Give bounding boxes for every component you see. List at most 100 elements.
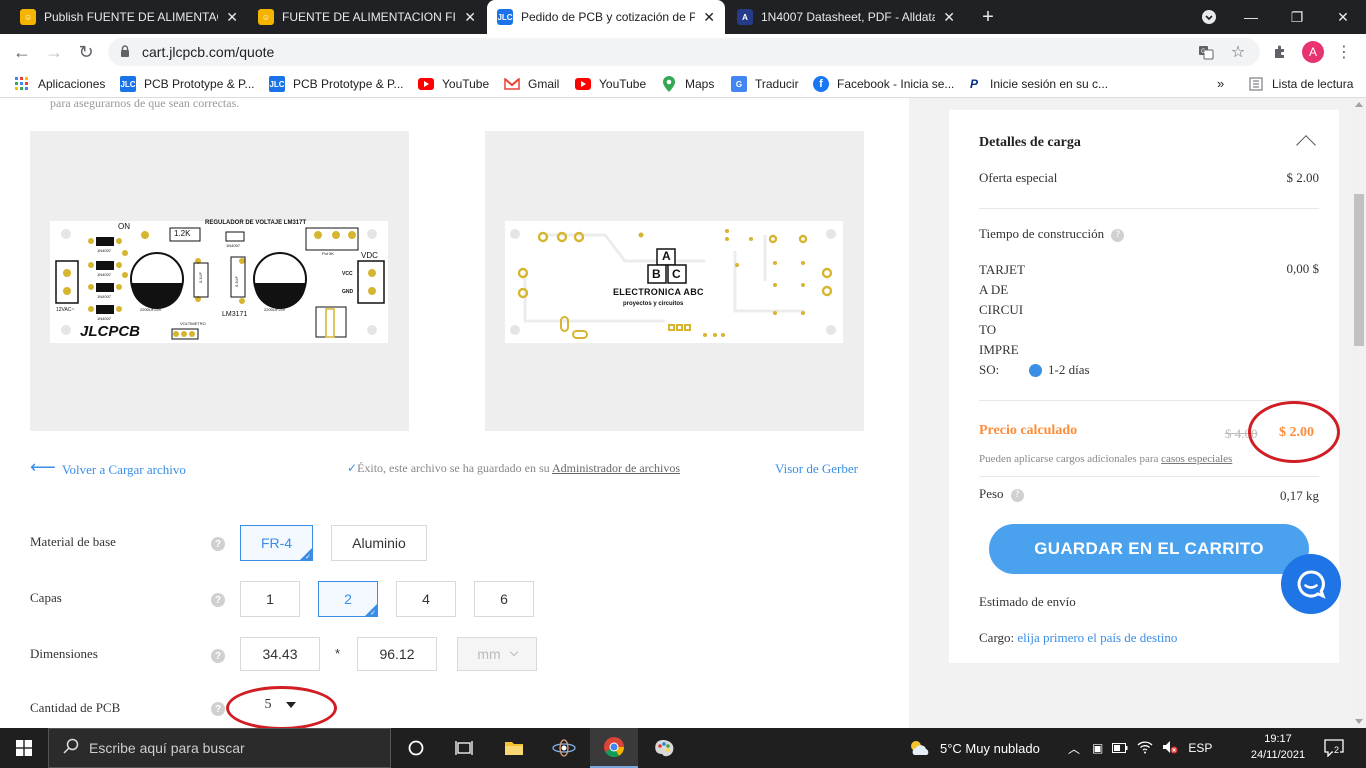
pcb-label-c4: 0.1UF — [234, 276, 239, 287]
dimensions-label: Dimensiones — [30, 646, 98, 661]
bookmark-apps[interactable]: Aplicaciones — [14, 76, 105, 92]
network-app-icon[interactable] — [540, 728, 588, 768]
scroll-up-arrow[interactable] — [1355, 102, 1363, 107]
layers-6-option[interactable]: 6 — [474, 581, 534, 617]
tab-publish[interactable]: ☺ Publish FUENTE DE ALIMENTACIO ✕ — [10, 0, 248, 34]
input-language[interactable]: ESP — [1188, 741, 1212, 755]
extensions-puzzle-icon[interactable] — [1270, 42, 1290, 62]
cortana-icon[interactable] — [392, 728, 440, 768]
help-icon[interactable]: ? — [1010, 488, 1024, 502]
pcb-front-title: REGULADOR DE VOLTAJE LM317T — [205, 220, 307, 226]
close-window-button[interactable]: ✕ — [1320, 0, 1366, 34]
battery-icon[interactable] — [1112, 741, 1128, 756]
restore-button[interactable]: ❐ — [1274, 0, 1320, 34]
paint-icon[interactable] — [640, 728, 688, 768]
chrome-taskbar-icon[interactable] — [590, 728, 638, 768]
help-icon[interactable]: ? — [211, 593, 225, 607]
url-text[interactable]: cart.jlcpcb.com/quote — [142, 44, 274, 60]
page-scrollbar[interactable] — [1352, 98, 1366, 728]
chevron-down-icon — [509, 647, 518, 657]
material-fr4-option[interactable]: FR-4 — [240, 525, 313, 561]
minimize-button[interactable]: — — [1228, 0, 1274, 34]
build-time-label: Tiempo de construcción — [979, 226, 1105, 241]
help-icon[interactable]: ? — [211, 702, 225, 716]
material-aluminum-option[interactable]: Aluminio — [331, 525, 427, 561]
start-button[interactable] — [0, 728, 48, 768]
layers-1-option[interactable]: 1 — [240, 581, 300, 617]
forward-button[interactable]: → — [42, 40, 66, 64]
live-chat-button[interactable] — [1281, 554, 1341, 614]
check-icon: ✓ — [347, 461, 358, 475]
bookmark-pcb-prototype-1[interactable]: JLC PCB Prototype & P... — [120, 76, 255, 92]
reading-list[interactable]: Lista de lectura — [1248, 76, 1353, 92]
tab-fuente[interactable]: ☺ FUENTE DE ALIMENTACION FIJA ✕ — [248, 0, 486, 34]
taskbar-search-box[interactable]: Escribe aquí para buscar — [48, 728, 391, 768]
close-icon[interactable]: ✕ — [226, 9, 238, 26]
bookmark-gmail[interactable]: Gmail — [504, 76, 559, 92]
bookmark-maps[interactable]: Maps — [661, 76, 714, 92]
help-icon[interactable]: ? — [1111, 228, 1125, 242]
option-label: Aluminio — [352, 535, 406, 551]
address-bar[interactable]: cart.jlcpcb.com/quote G ☆ — [108, 38, 1260, 66]
alldatasheet-icon: A — [737, 9, 753, 25]
save-to-cart-button[interactable]: GUARDAR EN EL CARRITO — [989, 524, 1309, 574]
tray-icons: ▣ ESP — [1092, 728, 1212, 768]
bookmark-paypal[interactable]: P Inicie sesión en su c... — [966, 76, 1108, 92]
close-icon[interactable]: ✕ — [703, 9, 715, 26]
charge-details-title: Detalles de carga — [979, 135, 1081, 150]
task-view-icon[interactable] — [440, 728, 488, 768]
file-explorer-icon[interactable] — [490, 728, 538, 768]
notification-center-button[interactable]: 2 — [1322, 736, 1346, 760]
maps-icon — [661, 76, 677, 92]
dimension-width-input[interactable]: 34.43 — [240, 637, 320, 671]
dimension-unit-select[interactable]: mm — [457, 637, 537, 671]
help-icon[interactable]: ? — [211, 537, 225, 551]
meet-now-icon[interactable]: ▣ — [1092, 741, 1103, 755]
bookmark-pcb-prototype-2[interactable]: JLC PCB Prototype & P... — [269, 76, 404, 92]
gerber-viewer-link[interactable]: Visor de Gerber — [775, 461, 858, 477]
weather-widget[interactable]: 5°C Muy nublado — [908, 728, 1040, 768]
avatar[interactable]: A — [1302, 41, 1324, 63]
bookmark-traducir[interactable]: G Traducir — [731, 76, 799, 92]
reload-button[interactable]: ↻ — [74, 40, 98, 64]
dimension-height-input[interactable]: 96.12 — [357, 637, 437, 671]
bookmark-label: Gmail — [528, 77, 560, 91]
tab-1n4007[interactable]: A 1N4007 Datasheet, PDF - Alldata ✕ — [727, 0, 965, 34]
layers-2-option[interactable]: 2 — [318, 581, 378, 617]
bookmark-star-icon[interactable]: ☆ — [1228, 42, 1248, 62]
volume-muted-icon[interactable] — [1162, 740, 1178, 757]
build-time-radio[interactable] — [1029, 364, 1042, 377]
bookmark-youtube-2[interactable]: YouTube — [575, 76, 646, 92]
back-to-upload-link[interactable]: ⟵ Volver a Cargar archivo — [30, 457, 186, 478]
show-hidden-icons[interactable]: ︿ — [1068, 728, 1080, 768]
close-icon[interactable]: ✕ — [943, 9, 955, 26]
svg-text:G: G — [1201, 48, 1206, 55]
bookmark-youtube-1[interactable]: YouTube — [418, 76, 489, 92]
choose-country-link[interactable]: elija primero el país de destino — [1017, 630, 1177, 645]
pcb-label-volt: VOLTIMETRO — [180, 321, 206, 326]
help-icon[interactable]: ? — [211, 649, 225, 663]
new-tab-button[interactable]: + — [976, 5, 1000, 29]
translate-icon[interactable]: G — [1196, 42, 1216, 62]
close-icon[interactable]: ✕ — [464, 9, 476, 26]
tab-search-button[interactable] — [1186, 0, 1232, 34]
system-clock[interactable]: 19:17 24/11/2021 — [1250, 731, 1306, 763]
scroll-down-arrow[interactable] — [1355, 719, 1363, 724]
back-button[interactable]: ← — [10, 40, 34, 64]
tab-jlcpcb-quote[interactable]: JLC Pedido de PCB y cotización de PC ✕ — [487, 0, 725, 34]
special-cases-link[interactable]: casos especiales — [1161, 453, 1232, 465]
option-label: 6 — [500, 591, 508, 607]
file-manager-link[interactable]: Administrador de archivos — [552, 461, 680, 475]
wifi-icon[interactable] — [1137, 740, 1153, 757]
scrollbar-thumb[interactable] — [1354, 194, 1364, 346]
pcb-label-d3: 1N4007 — [97, 294, 112, 299]
layers-4-option[interactable]: 4 — [396, 581, 456, 617]
search-placeholder: Escribe aquí para buscar — [89, 740, 245, 756]
bookmark-facebook[interactable]: f Facebook - Inicia se... — [813, 76, 954, 92]
chevron-up-icon[interactable] — [1296, 135, 1316, 155]
special-offer-value: $ 2.00 — [1286, 170, 1320, 185]
build-time-label-wrap: Tiempo de construcción ? — [979, 226, 1125, 242]
bookmarks-overflow-icon[interactable]: » — [1217, 76, 1224, 91]
option-label: 2 — [344, 591, 352, 607]
kebab-menu-icon[interactable]: ⋮ — [1334, 42, 1354, 62]
